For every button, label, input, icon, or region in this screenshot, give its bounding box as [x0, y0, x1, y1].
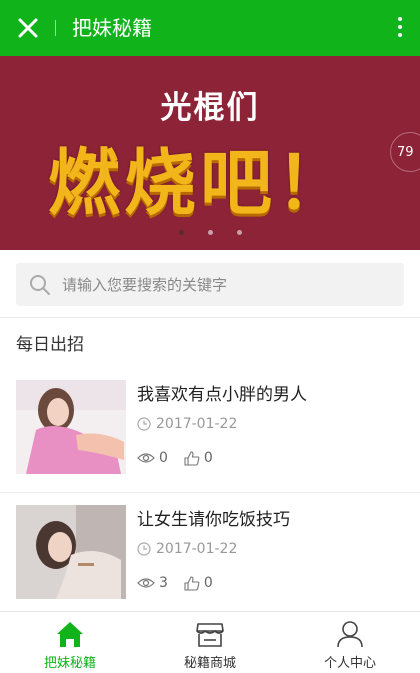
- like-count: 0: [203, 450, 213, 466]
- carousel-dot[interactable]: [207, 230, 213, 235]
- banner-carousel[interactable]: 光棍们 燃烧吧！ 79: [0, 56, 420, 250]
- search-input[interactable]: [62, 263, 392, 306]
- article-stats: 0 0: [137, 450, 213, 466]
- view-count: 3: [159, 575, 168, 591]
- thumbs-up-icon[interactable]: [184, 450, 200, 466]
- search-icon: [30, 275, 50, 295]
- eye-icon: [137, 453, 155, 463]
- more-dot: [398, 25, 402, 29]
- article-date-text: 2017-01-22: [156, 541, 238, 557]
- article-item[interactable]: 让女生请你吃饭技巧 2017-01-22 3 0: [0, 493, 420, 618]
- tab-profile[interactable]: 个人中心: [280, 612, 420, 673]
- user-icon: [337, 621, 363, 648]
- bottom-tab-bar: 把妹秘籍 秘籍商城 个人中心: [0, 611, 420, 673]
- close-icon: [18, 18, 38, 38]
- article-title[interactable]: 我喜欢有点小胖的男人: [137, 380, 307, 405]
- view-count: 0: [159, 450, 168, 466]
- app-title: 把妹秘籍: [72, 16, 152, 40]
- search-box[interactable]: [16, 263, 404, 306]
- article-date: 2017-01-22: [137, 416, 237, 432]
- more-menu-button[interactable]: [392, 14, 408, 42]
- banner-headline-main: 燃烧吧！: [47, 141, 352, 225]
- tab-label: 个人中心: [323, 656, 376, 671]
- carousel-dot[interactable]: [236, 230, 242, 235]
- eye-icon: [137, 578, 155, 588]
- article-date-text: 2017-01-22: [156, 416, 238, 432]
- clock-icon: [137, 542, 151, 556]
- tab-label: 秘籍商城: [183, 656, 236, 671]
- article-thumbnail: [16, 505, 126, 599]
- article-stats: 3 0: [137, 575, 213, 591]
- section-title: 每日出招: [16, 335, 84, 355]
- more-dot: [398, 17, 402, 21]
- title-separator: [55, 20, 56, 36]
- close-button[interactable]: [14, 14, 42, 42]
- carousel-indicator: [0, 230, 420, 235]
- article-item[interactable]: 我喜欢有点小胖的男人 2017-01-22 0 0: [0, 368, 420, 493]
- banner-headline-top: 光棍们: [160, 90, 260, 126]
- tab-label: 把妹秘籍: [43, 656, 96, 671]
- article-title[interactable]: 让女生请你吃饭技巧: [137, 505, 290, 530]
- article-date: 2017-01-22: [137, 541, 237, 557]
- tab-shop[interactable]: 秘籍商城: [140, 612, 280, 673]
- shop-icon: [196, 623, 224, 647]
- search-section: [0, 250, 420, 318]
- more-dot: [398, 33, 402, 37]
- home-icon: [57, 622, 83, 647]
- like-count: 0: [203, 575, 213, 591]
- clock-icon: [137, 417, 151, 431]
- tab-tips[interactable]: 把妹秘籍: [0, 612, 140, 673]
- thumbs-up-icon[interactable]: [184, 575, 200, 591]
- title-bar: 把妹秘籍: [0, 0, 420, 56]
- carousel-dot[interactable]: [178, 230, 184, 235]
- article-thumbnail: [16, 380, 126, 474]
